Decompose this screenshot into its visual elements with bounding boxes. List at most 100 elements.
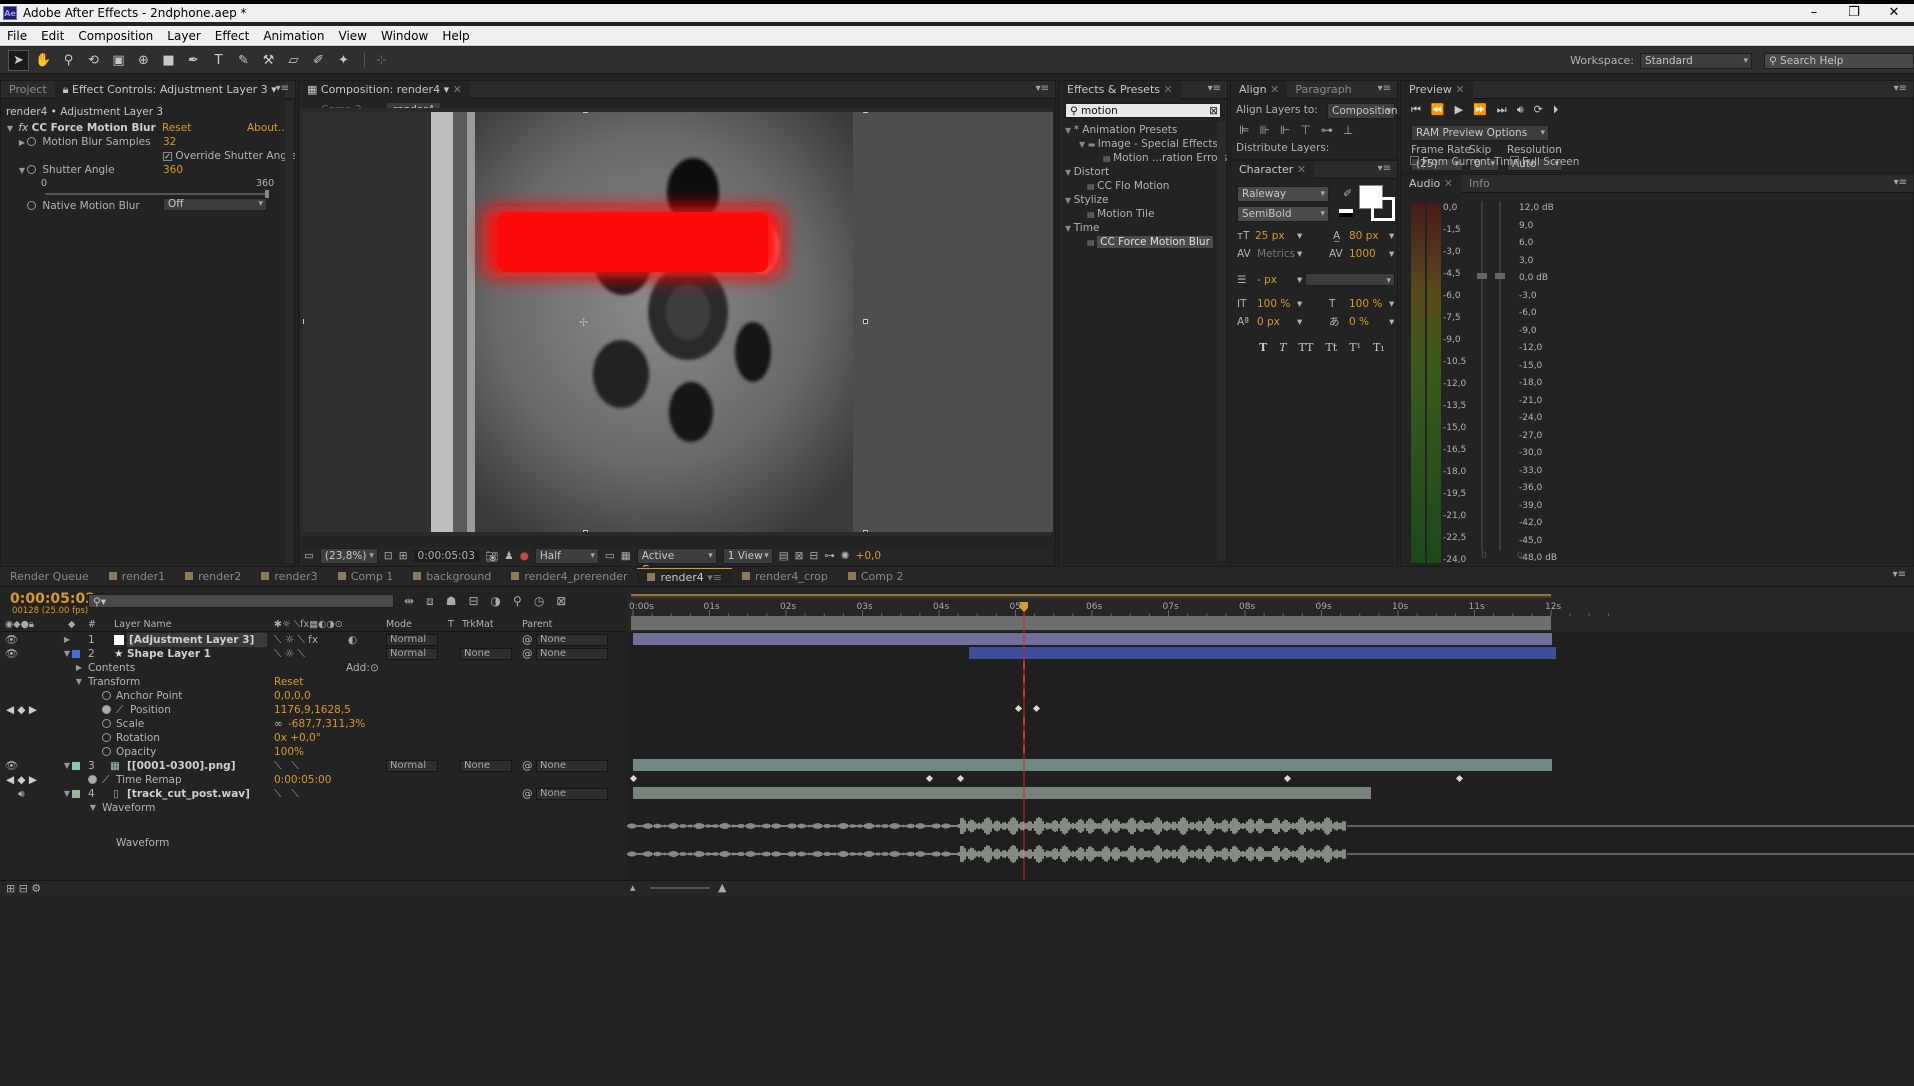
- play-icon[interactable]: ▶: [1455, 103, 1463, 117]
- parent-select[interactable]: None: [536, 648, 608, 660]
- frame-blending-icon[interactable]: ⊟: [468, 594, 478, 609]
- timeline-icon[interactable]: ⊟: [809, 550, 818, 562]
- exposure-value[interactable]: +0,0: [856, 550, 882, 562]
- align-vcenter-icon[interactable]: ⊶: [1321, 123, 1333, 137]
- property-row[interactable]: Rotation 0x +0,0°: [0, 731, 626, 745]
- effects-search-input[interactable]: ⚲ motion ⊠: [1065, 103, 1221, 118]
- layer-switches-icon[interactable]: ⟍ ☼ ⟍: [274, 647, 305, 661]
- layer-switches-icon[interactable]: ⟍ ⟍: [274, 759, 299, 773]
- camera-tool-icon[interactable]: ▣: [108, 50, 129, 71]
- layer-name[interactable]: [Adjustment Layer 3]: [127, 633, 267, 647]
- keyframe-navigator-icon[interactable]: ◀ ◆ ▶: [6, 703, 37, 717]
- hand-tool-icon[interactable]: ✋: [33, 50, 54, 71]
- position-keyframes[interactable]: [1014, 704, 1041, 713]
- timeline-tab[interactable]: render3: [251, 568, 327, 586]
- flowchart-icon[interactable]: ⊶: [824, 550, 835, 562]
- align-top-icon[interactable]: ⊤: [1300, 123, 1310, 137]
- col-mode[interactable]: Mode: [386, 618, 412, 632]
- selection-tool-icon[interactable]: ➤: [8, 49, 29, 71]
- audio-slider-right[interactable]: [1495, 201, 1505, 551]
- eraser-tool-icon[interactable]: ▱: [283, 50, 304, 71]
- draft-3d-icon[interactable]: ⧈: [426, 594, 434, 609]
- timeline-search-input[interactable]: ⚲▾: [88, 594, 394, 608]
- stopwatch-icon[interactable]: [102, 719, 111, 728]
- timeline-tab[interactable]: render2: [175, 568, 251, 586]
- timeline-graph-area[interactable]: 0:00s 01s 02s 03s 04s 05s 06s 07s 08s 09s 10s 11s 12…: [626, 588, 1914, 880]
- transparency-grid-icon[interactable]: ▦: [621, 550, 631, 562]
- workspace-select[interactable]: Standard: [1640, 52, 1752, 69]
- stroke-style-select[interactable]: [1305, 273, 1395, 288]
- horizontal-scale-value[interactable]: 100 %: [1349, 297, 1382, 311]
- scrollbar[interactable]: [285, 101, 293, 563]
- type-tool-icon[interactable]: T: [208, 50, 229, 71]
- transform-group-row[interactable]: ▼ Transform Reset: [0, 675, 626, 689]
- effects-tree-item[interactable]: ▼ ▬ Image - Special Effects: [1079, 137, 1218, 151]
- layer-switches-icon[interactable]: ⟍ ☼ ⟍ fx: [274, 633, 318, 647]
- expand-triangle-icon[interactable]: ▼: [88, 801, 98, 815]
- trkmat-select[interactable]: None: [460, 760, 512, 772]
- property-row[interactable]: Anchor Point 0,0,0,0: [0, 689, 626, 703]
- col-trkmat[interactable]: TrkMat: [462, 618, 494, 632]
- stopwatch-icon[interactable]: [27, 137, 36, 146]
- full-screen-checkbox[interactable]: Full Screen: [1510, 155, 1579, 169]
- expand-triangle-icon[interactable]: ▶: [17, 136, 27, 150]
- col-parent[interactable]: Parent: [522, 618, 552, 632]
- align-left-icon[interactable]: ⊫: [1239, 123, 1249, 137]
- label-color-icon[interactable]: [72, 790, 80, 798]
- resolution-select[interactable]: Half: [534, 548, 599, 564]
- from-current-time-checkbox[interactable]: From Current Time: [1410, 155, 1520, 169]
- scale-value[interactable]: -687,7,311,3%: [288, 717, 365, 731]
- bbox-handle[interactable]: [303, 319, 304, 324]
- superscript-button[interactable]: T¹: [1349, 341, 1361, 354]
- stopwatch-icon[interactable]: [102, 691, 111, 700]
- panel-menu-icon[interactable]: ▾≡: [1036, 83, 1049, 94]
- col-layer-name[interactable]: Layer Name: [114, 618, 172, 632]
- bbox-handle[interactable]: [583, 530, 588, 532]
- zoom-in-icon[interactable]: ▲: [718, 881, 726, 894]
- align-right-icon[interactable]: ⊩: [1280, 123, 1290, 137]
- views-select[interactable]: 1 View: [722, 548, 773, 564]
- pick-whip-icon[interactable]: @: [522, 647, 533, 661]
- tab-audio[interactable]: Audio ✕: [1401, 175, 1461, 193]
- zoom-tool-icon[interactable]: ⚲: [58, 50, 79, 71]
- label-icon[interactable]: ◆: [68, 618, 75, 632]
- show-snapshot-icon[interactable]: ♟: [504, 550, 513, 562]
- bbox-handle[interactable]: [583, 112, 588, 113]
- layer-name[interactable]: Shape Layer 1: [127, 647, 211, 661]
- pan-behind-tool-icon[interactable]: ⊕: [133, 50, 154, 71]
- transform-reset-link[interactable]: Reset: [274, 675, 303, 689]
- override-shutter-checkbox[interactable]: ✓: [163, 152, 172, 161]
- slider-handle[interactable]: [265, 190, 269, 198]
- snapshot-icon[interactable]: 📷︎: [485, 550, 498, 563]
- stroke-color-swatch[interactable]: [1371, 197, 1395, 221]
- clone-stamp-tool-icon[interactable]: ⚒: [258, 50, 279, 71]
- vertical-scale-value[interactable]: 100 %: [1257, 297, 1290, 311]
- search-help-input[interactable]: ⚲ Search Help: [1764, 52, 1914, 69]
- eyedropper-icon[interactable]: ✐: [1343, 187, 1352, 200]
- timeline-tab[interactable]: Comp 1: [328, 568, 404, 586]
- fx-icon[interactable]: fx: [18, 122, 28, 134]
- stopwatch-active-icon[interactable]: [88, 775, 97, 784]
- menu-edit[interactable]: Edit: [34, 29, 71, 43]
- layer-row[interactable]: 👁︎ ▼ 3 ▦ [[0001-0300].png] ⟍ ⟍ Normal No…: [0, 759, 626, 773]
- effects-tree-item[interactable]: ▤ CC Force Motion Blur: [1087, 235, 1213, 249]
- exposure-icon[interactable]: ✺: [841, 550, 850, 562]
- effects-tree-item[interactable]: ▼ * Animation Presets: [1065, 123, 1177, 137]
- brainstorm-icon[interactable]: ⚲: [513, 594, 522, 609]
- blend-mode-select[interactable]: Normal: [386, 634, 438, 646]
- auto-keyframe-icon[interactable]: ◷: [534, 594, 544, 609]
- layer-switches-icon[interactable]: ⟍ ⟍: [274, 787, 299, 801]
- panel-menu-icon[interactable]: ▾≡: [276, 83, 289, 94]
- rotation-value[interactable]: 0x +0,0°: [274, 731, 321, 745]
- constrain-proportions-icon[interactable]: ∞: [274, 717, 283, 731]
- waveform-group-row[interactable]: ▼ Waveform: [0, 801, 626, 815]
- subscript-button[interactable]: T₁: [1373, 341, 1385, 354]
- shutter-angle-value[interactable]: 360: [163, 163, 183, 177]
- layer-row[interactable]: 🔊︎ ▼ 4 ▯ [track_cut_post.wav] ⟍ ⟍ @ None: [0, 787, 626, 801]
- panel-menu-icon[interactable]: ▾≡: [1378, 163, 1391, 174]
- timeline-tab[interactable]: render4 ▾≡: [637, 568, 733, 586]
- effects-tree-item[interactable]: ▼ Distort: [1065, 165, 1109, 179]
- effects-tree-item[interactable]: ▼ Stylize: [1065, 193, 1109, 207]
- pick-whip-icon[interactable]: @: [522, 759, 533, 773]
- pick-whip-icon[interactable]: @: [522, 787, 533, 801]
